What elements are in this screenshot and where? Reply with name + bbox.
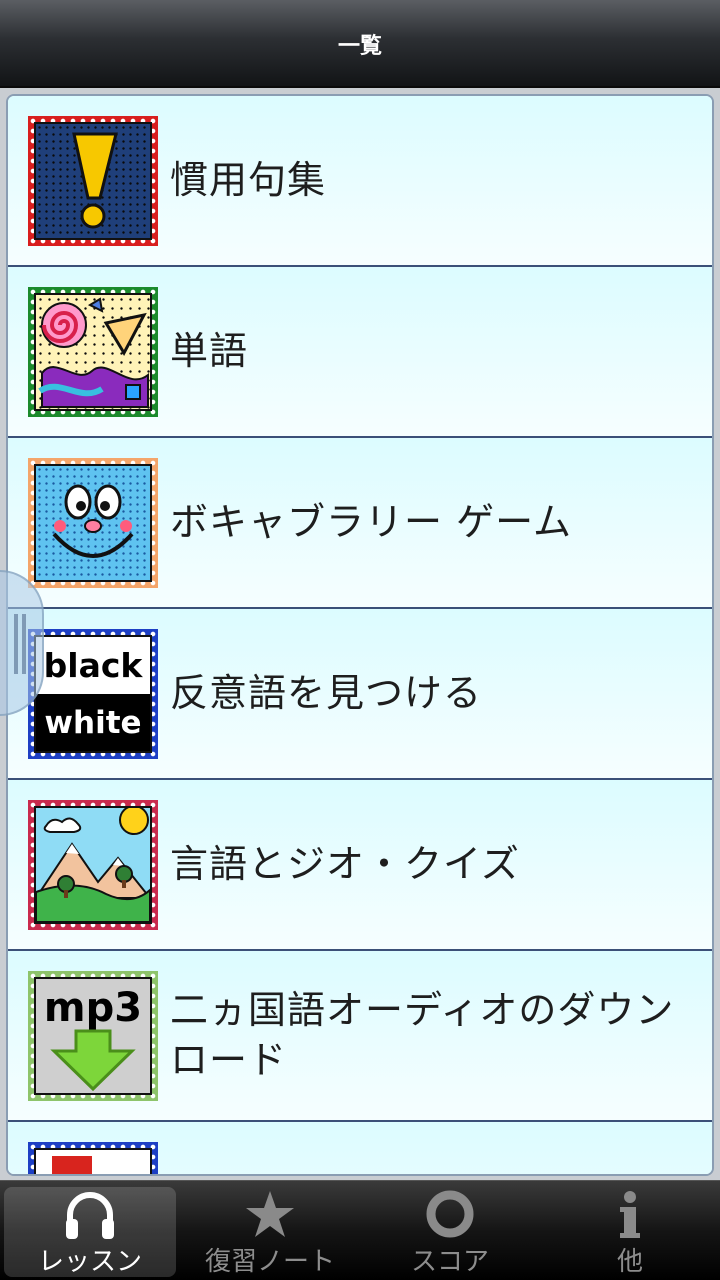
list-item-vocabulary[interactable]: 単語: [8, 267, 712, 438]
tab-label: 他: [616, 1247, 643, 1277]
tab-label: スコア: [410, 1247, 489, 1277]
info-icon: [620, 1191, 640, 1238]
side-drawer-handle[interactable]: [0, 570, 44, 716]
black-word: black: [36, 637, 150, 694]
mp3-download-stamp-icon: mp3: [28, 971, 158, 1101]
list-item-label: 反意語を見つける: [170, 670, 483, 715]
list-item-idioms[interactable]: 慣用句集: [8, 96, 712, 267]
star-icon: [246, 1191, 294, 1237]
lesson-list[interactable]: 慣用句集 単語 ボキャブラリー ゲーム black white 反意語を見つける…: [6, 94, 714, 1176]
list-item-label: [170, 1122, 692, 1174]
list-item-label: 単語: [170, 328, 249, 373]
ring-icon: [426, 1190, 474, 1238]
partial-stamp-icon: [28, 1142, 158, 1174]
tab-bar: レッスン 復習ノート スコア 他: [0, 1180, 720, 1280]
list-item-geo-quiz[interactable]: 言語とジオ・クイズ: [8, 780, 712, 951]
list-item-vocabulary-game[interactable]: ボキャブラリー ゲーム: [8, 438, 712, 609]
tab-score[interactable]: スコア: [364, 1187, 536, 1277]
smiley-face-stamp-icon: [28, 458, 158, 588]
tab-review-notes[interactable]: 復習ノート: [184, 1187, 356, 1277]
mountain-landscape-stamp-icon: [28, 800, 158, 930]
tab-label: レッスン: [37, 1247, 142, 1277]
list-item-label: 慣用句集: [170, 157, 327, 202]
tab-label: 復習ノート: [204, 1247, 335, 1277]
exclamation-stamp-icon: [28, 116, 158, 246]
list-item-audio-download[interactable]: mp3 二ヵ国語オーディオのダウンロード: [8, 951, 712, 1122]
list-item-antonyms[interactable]: black white 反意語を見つける: [8, 609, 712, 780]
tab-other[interactable]: 他: [544, 1187, 716, 1277]
list-item-label: 二ヵ国語オーディオのダウンロード: [170, 988, 675, 1082]
tab-lessons[interactable]: レッスン: [4, 1187, 176, 1277]
shapes-stamp-icon: [28, 287, 158, 417]
header-bar: 一覧: [0, 0, 720, 88]
list-item-label: 言語とジオ・クイズ: [170, 841, 520, 886]
grip-line: [14, 614, 18, 674]
page-title: 一覧: [337, 34, 382, 59]
grip-line: [22, 614, 26, 674]
black-white-stamp-icon: black white: [28, 629, 158, 759]
app-screen: 一覧 慣用句集 単語 ボキャブラリー ゲーム black white 反意語を見…: [0, 0, 720, 1280]
white-word: white: [36, 694, 150, 751]
list-item-label: ボキャブラリー ゲーム: [170, 499, 572, 544]
list-item-partial[interactable]: [8, 1122, 712, 1174]
headphones-icon: [66, 1192, 114, 1239]
